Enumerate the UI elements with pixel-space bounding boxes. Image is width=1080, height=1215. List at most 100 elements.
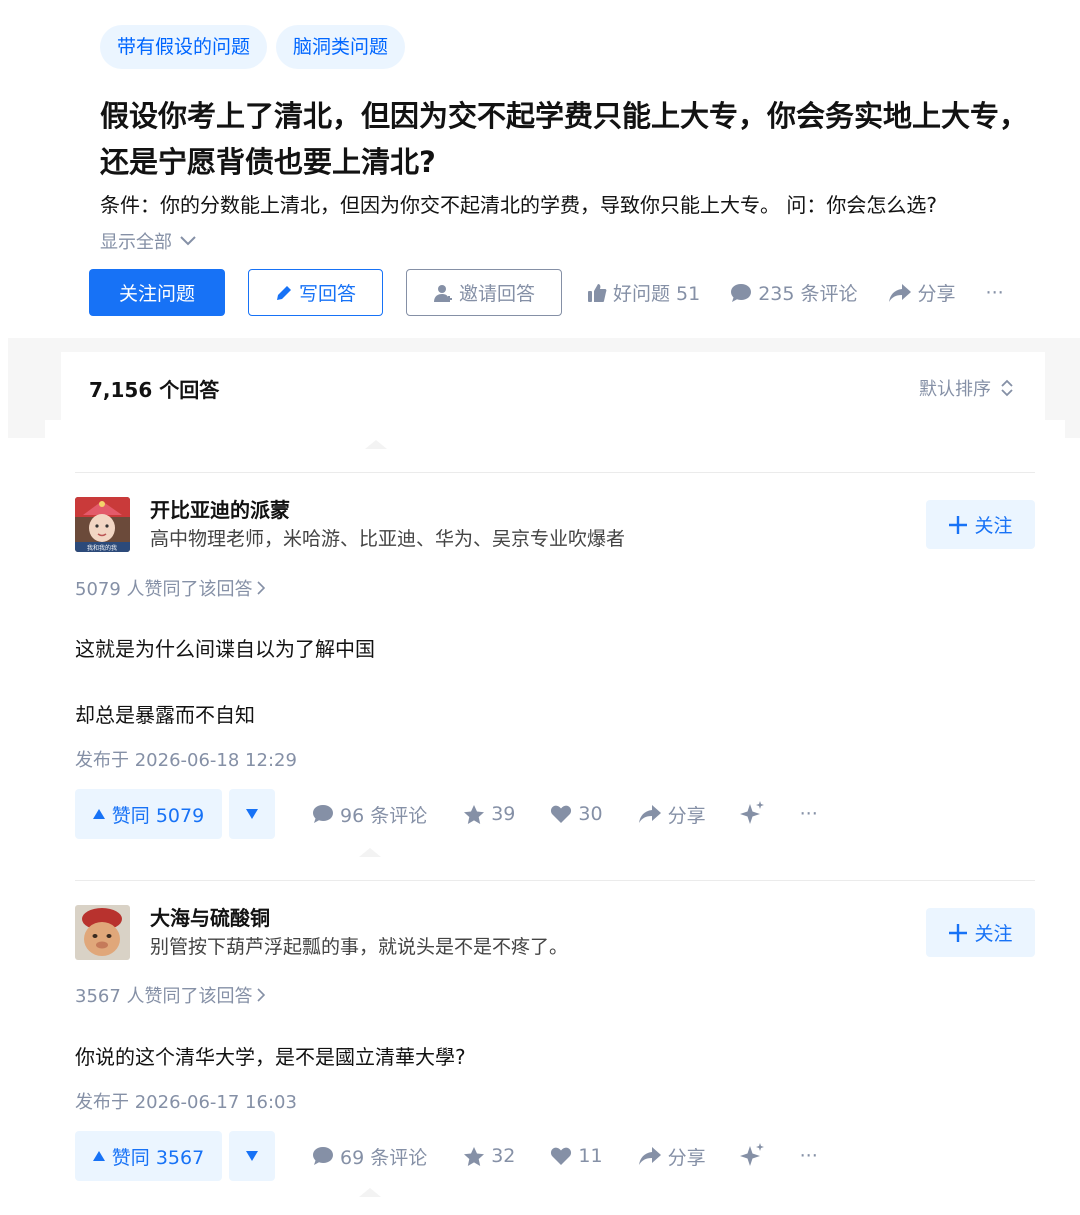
sparkle-icon	[739, 1143, 766, 1169]
share-button[interactable]: 分享	[638, 1143, 706, 1170]
good-question-label: 好问题 51	[613, 283, 701, 305]
share-button[interactable]: 分享	[638, 801, 706, 828]
comments-button[interactable]: 96 条评论	[312, 801, 427, 828]
divider	[75, 880, 1035, 881]
question-title: 假设你考上了清北，但因为交不起学费只能上大专，你会务实地上大专，还是宁愿背债也要…	[100, 99, 1029, 179]
favorite-button[interactable]: 39	[463, 803, 515, 825]
comments-button[interactable]: 69 条评论	[312, 1143, 427, 1170]
downvote-button[interactable]	[229, 1131, 275, 1181]
invite-user-icon	[433, 283, 453, 303]
publish-time[interactable]: 发布于 2026-06-18 12:29	[75, 746, 297, 772]
divider	[75, 472, 1035, 473]
question-comments-button[interactable]: 235 条评论	[730, 279, 858, 306]
publish-time[interactable]: 发布于 2026-06-17 16:03	[75, 1088, 297, 1114]
answer-author: 我和我的我 开比亚迪的派蒙 高中物理老师，米哈游、比亚迪、华为、吴京专业吹爆者 …	[75, 497, 1035, 553]
answer-more-button[interactable]: ···	[800, 1145, 818, 1167]
like-button[interactable]: 30	[550, 803, 603, 825]
show-all-link[interactable]: 显示全部	[100, 228, 196, 254]
upvote-label: 赞同 3567	[111, 1146, 205, 1169]
like-count: 30	[578, 803, 603, 825]
comment-icon	[312, 1146, 334, 1166]
avatar[interactable]: 我和我的我	[75, 497, 130, 552]
follow-label: 关注	[974, 923, 1013, 945]
triangle-down-icon	[246, 809, 258, 819]
notch-decoration	[359, 848, 381, 857]
author-name[interactable]: 开比亚迪的派蒙	[150, 497, 290, 523]
invite-answer-button[interactable]: 邀请回答	[406, 269, 562, 316]
question-share-label: 分享	[917, 283, 956, 305]
share-icon	[638, 804, 662, 824]
show-all-label: 显示全部	[100, 232, 172, 253]
answer-paragraph: 这就是为什么间谍自以为了解中国	[75, 637, 375, 661]
author-bio: 别管按下葫芦浮起瓢的事，就说头是不是不疼了。	[150, 936, 569, 958]
vote-summary[interactable]: 5079 人赞同了该回答	[75, 575, 265, 601]
upvote-button[interactable]: 赞同 3567	[75, 1131, 222, 1181]
write-answer-label: 写回答	[298, 283, 356, 305]
sort-dropdown[interactable]: 默认排序	[919, 375, 1013, 401]
star-icon	[463, 804, 485, 825]
favorite-count: 32	[491, 1145, 516, 1167]
write-answer-button[interactable]: 写回答	[248, 269, 383, 316]
answer-item: 我和我的我 开比亚迪的派蒙 高中物理老师，米哈游、比亚迪、华为、吴京专业吹爆者 …	[75, 497, 1035, 840]
answers-count: 7,156 个回答	[89, 378, 220, 402]
chevron-right-icon	[256, 988, 265, 1002]
heart-icon	[550, 1146, 572, 1166]
follow-label: 关注	[974, 515, 1013, 537]
answer-item: 大海与硫酸铜 别管按下葫芦浮起瓢的事，就说头是不是不疼了。 关注 3567 人赞…	[75, 905, 1035, 1185]
upvote-label: 赞同 5079	[111, 804, 205, 827]
triangle-down-icon	[246, 1151, 258, 1161]
follow-author-button[interactable]: 关注	[926, 500, 1035, 549]
triangle-up-icon	[92, 809, 105, 819]
good-question-button[interactable]: 好问题 51	[587, 279, 700, 306]
sparkle-icon	[739, 801, 766, 827]
invite-answer-label: 邀请回答	[458, 283, 535, 305]
question-actions: 关注问题 写回答 邀请回答 好问题 51 235 条评论 分享 ···	[89, 269, 1004, 316]
notch-decoration	[365, 440, 387, 449]
topic-tag[interactable]: 脑洞类问题	[276, 25, 406, 69]
plus-icon	[948, 515, 968, 535]
question-header: 带有假设的问题 脑洞类问题 假设你考上了清北，但因为交不起学费只能上大专，你会务…	[0, 0, 1080, 340]
vote-summary-label: 5079 人赞同了该回答	[75, 579, 253, 600]
more-actions-button[interactable]: ···	[986, 282, 1004, 304]
author-bio: 高中物理老师，米哈游、比亚迪、华为、吴京专业吹爆者	[150, 528, 626, 550]
comments-label: 69 条评论	[340, 1146, 428, 1169]
author-name[interactable]: 大海与硫酸铜	[150, 905, 270, 931]
chevron-down-icon	[180, 236, 196, 246]
notch-decoration	[359, 1188, 381, 1197]
vote-summary-label: 3567 人赞同了该回答	[75, 986, 253, 1007]
triangle-up-icon	[92, 1151, 105, 1161]
sort-arrows-icon	[1001, 379, 1013, 397]
favorite-count: 39	[491, 803, 516, 825]
comment-icon	[730, 283, 752, 303]
question-share-button[interactable]: 分享	[888, 279, 956, 306]
follow-author-button[interactable]: 关注	[926, 908, 1035, 957]
star-icon	[463, 1146, 485, 1167]
comment-icon	[312, 804, 334, 824]
share-label: 分享	[667, 1146, 706, 1169]
plus-icon	[948, 923, 968, 943]
answer-paragraph: 你说的这个清华大学，是不是國立清華大學?	[75, 1045, 466, 1069]
question-comments-label: 235 条评论	[758, 283, 858, 305]
topic-list: 带有假设的问题 脑洞类问题	[100, 25, 406, 69]
favorite-button[interactable]: 32	[463, 1145, 515, 1167]
pencil-icon	[275, 284, 293, 302]
downvote-button[interactable]	[229, 789, 275, 839]
question-detail: 条件：你的分数能上清北，但因为你交不起清北的学费，导致你只能上大专。 问：你会怎…	[100, 193, 937, 217]
follow-question-button[interactable]: 关注问题	[89, 269, 225, 316]
avatar[interactable]	[75, 905, 130, 960]
ai-sparkle-button[interactable]	[739, 801, 766, 827]
ai-sparkle-button[interactable]	[739, 1143, 766, 1169]
share-label: 分享	[667, 804, 706, 827]
answer-paragraph: 却总是暴露而不自知	[75, 703, 255, 727]
share-icon	[638, 1146, 662, 1166]
upvote-button[interactable]: 赞同 5079	[75, 789, 222, 839]
answer-more-button[interactable]: ···	[800, 803, 818, 825]
topic-tag[interactable]: 带有假设的问题	[100, 25, 268, 69]
answers-list-header: 7,156 个回答 默认排序	[61, 352, 1045, 424]
vote-summary[interactable]: 3567 人赞同了该回答	[75, 982, 265, 1008]
thumbs-up-icon	[587, 283, 607, 303]
chevron-right-icon	[256, 581, 265, 595]
avatar-caption: 我和我的我	[87, 544, 117, 552]
like-button[interactable]: 11	[550, 1145, 603, 1167]
share-icon	[888, 283, 912, 303]
